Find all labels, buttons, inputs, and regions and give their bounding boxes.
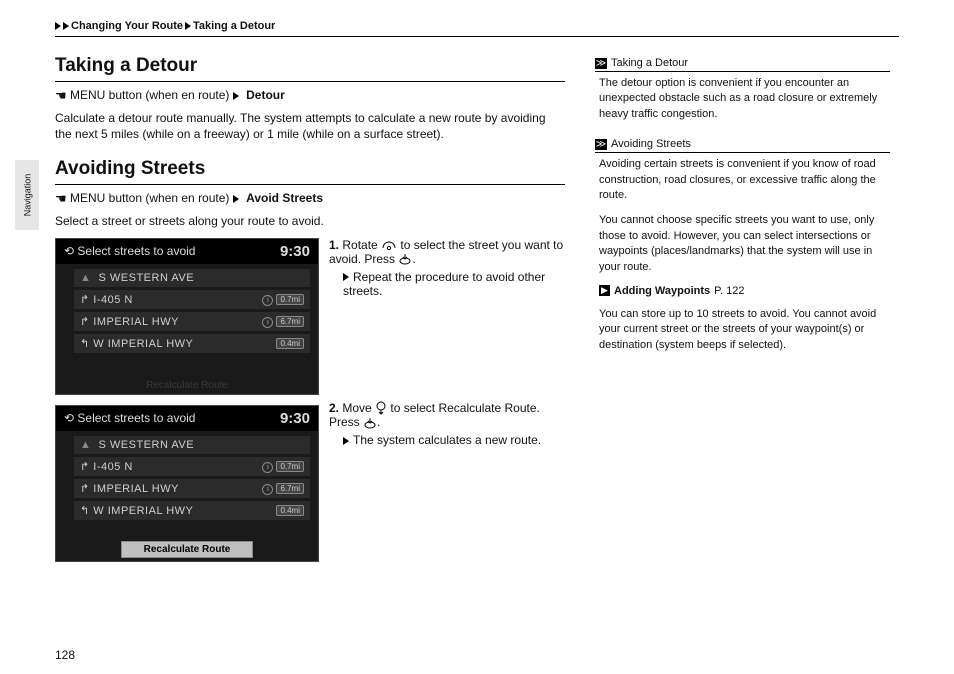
page-number: 128 xyxy=(55,648,75,662)
street-row: ↱ I-405 N i0.7mi xyxy=(74,290,310,309)
hand-icon: ☚ xyxy=(55,88,67,103)
street-row: ↰ W IMPERIAL HWY 0.4mi xyxy=(74,334,310,353)
street-row: ▲ S WESTERN AVE xyxy=(74,436,310,454)
menu-path: ☚ MENU button (when en route) Detour xyxy=(55,88,565,104)
street-row: ↰ W IMPERIAL HWY 0.4mi xyxy=(74,501,310,520)
street-row: ▲ S WESTERN AVE xyxy=(74,269,310,287)
step-2: 2. Move to select Recalculate Route. Pre… xyxy=(329,401,564,448)
triangle-icon xyxy=(233,195,239,203)
note-icon: ≫ xyxy=(595,58,607,69)
sidebar-avoiding-streets: ≫ Avoiding Streets Avoiding certain stre… xyxy=(595,136,890,353)
triangle-icon xyxy=(55,22,61,30)
triangle-icon xyxy=(233,92,239,100)
move-joystick-icon xyxy=(375,401,387,415)
street-row: ↱ IMPERIAL HWY i6.7mi xyxy=(74,479,310,498)
nav-screenshot-1: ⟲ Select streets to avoid 9:30 ▲ S WESTE… xyxy=(55,238,319,395)
triangle-icon xyxy=(63,22,69,30)
breadcrumb-seg: Taking a Detour xyxy=(193,20,275,32)
section-body: Select a street or streets along your ro… xyxy=(55,213,565,229)
triangle-icon xyxy=(343,273,349,281)
press-dial-icon xyxy=(398,253,412,265)
breadcrumb: Changing Your Route Taking a Detour xyxy=(55,20,899,37)
sidebar-taking-detour: ≫ Taking a Detour The detour option is c… xyxy=(595,55,890,122)
triangle-icon xyxy=(185,22,191,30)
nav-screenshot-2: ⟲ Select streets to avoid 9:30 ▲ S WESTE… xyxy=(55,405,319,562)
street-row: ↱ I-405 N i0.7mi xyxy=(74,457,310,476)
street-row: ↱ IMPERIAL HWY i6.7mi xyxy=(74,312,310,331)
section-title: Taking a Detour xyxy=(55,55,565,77)
breadcrumb-seg: Changing Your Route xyxy=(71,20,183,32)
hand-icon: ☚ xyxy=(55,191,67,206)
xref-adding-waypoints: ▶ Adding Waypoints P. 122 xyxy=(599,285,890,297)
recalculate-footer-highlight: Recalculate Route xyxy=(121,541,253,558)
recalculate-footer-dim: Recalculate Route xyxy=(56,380,318,391)
triangle-icon xyxy=(343,437,349,445)
section-title: Avoiding Streets xyxy=(55,158,565,180)
side-tab-navigation: Navigation xyxy=(15,160,39,230)
xref-icon: ▶ xyxy=(599,285,610,296)
note-icon: ≫ xyxy=(595,139,607,150)
step-1: 1. Rotate to select the street you want … xyxy=(329,238,564,298)
press-dial-icon xyxy=(363,417,377,429)
section-body: Calculate a detour route manually. The s… xyxy=(55,110,565,142)
rotate-dial-icon xyxy=(381,239,397,251)
menu-path: ☚ MENU button (when en route) Avoid Stre… xyxy=(55,191,565,207)
